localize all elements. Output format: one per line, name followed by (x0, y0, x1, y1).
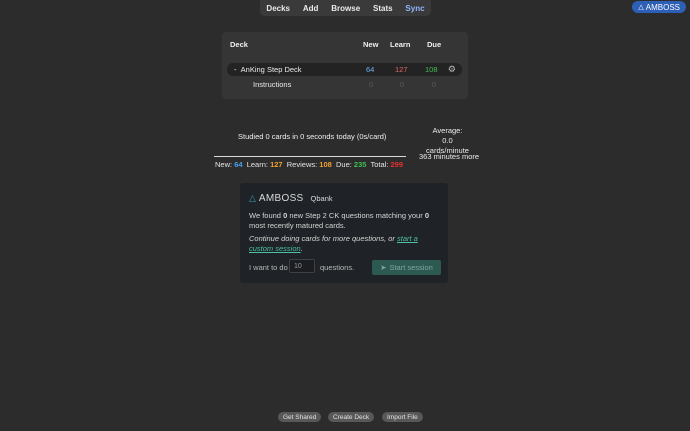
stats-divider (214, 156, 406, 157)
amboss-badge-label: AMBOSS (645, 2, 680, 12)
amboss-badge-button[interactable]: △ AMBOSS (632, 1, 686, 13)
get-shared-button[interactable]: Get Shared (278, 412, 322, 422)
new-column-header: New (363, 40, 379, 49)
question-count-input[interactable] (289, 259, 315, 273)
new-label: New: (215, 160, 233, 169)
amboss-brand: △ AMBOSS Qbank (249, 193, 333, 204)
reviews-label: Reviews: (286, 160, 318, 169)
deck-new-count: 64 (366, 65, 375, 74)
subdeck-new-count: 0 (369, 80, 374, 89)
qbank-match-message: We found 0 new Step 2 CK questions match… (249, 211, 444, 231)
want-label: I want to do (249, 263, 288, 272)
due-column-header: Due (427, 40, 442, 49)
continue-message: Continue doing cards for more questions,… (249, 234, 444, 254)
msg-part: We found (249, 211, 284, 220)
amboss-qbank-card: △ AMBOSS Qbank We found 0 new Step 2 CK … (240, 183, 448, 283)
grand-total: 299 (390, 160, 404, 169)
amboss-triangle-icon: △ (638, 4, 644, 11)
due-total: 235 (353, 160, 367, 169)
deck-name-label[interactable]: AnKing Step Deck (241, 65, 302, 74)
collapse-toggle[interactable]: - (234, 65, 237, 74)
deck-column-header: Deck (230, 40, 248, 49)
nav-decks[interactable]: Decks (266, 4, 290, 13)
continue-text: Continue doing cards for more questions,… (249, 234, 397, 243)
deck-row[interactable]: - AnKing Step Deck 64 127 108 ⚙ (227, 63, 462, 76)
create-deck-button[interactable]: Create Deck (328, 412, 375, 422)
questions-label: questions. (320, 263, 355, 272)
subdeck-learn-count: 0 (400, 80, 405, 89)
minutes-remaining: 363 minutes more (419, 152, 480, 161)
nav-browse[interactable]: Browse (331, 4, 360, 13)
start-session-button[interactable]: ➤ Start session (372, 260, 441, 275)
import-file-button[interactable]: Import File (382, 412, 423, 422)
total-label: Total: (370, 160, 389, 169)
gear-icon[interactable]: ⚙ (448, 64, 456, 75)
amboss-brand-name: AMBOSS (258, 193, 304, 204)
subdeck-name[interactable]: Instructions (253, 80, 291, 89)
continue-text-end: . (300, 244, 303, 253)
top-nav: Decks Add Browse Stats Sync (260, 0, 431, 16)
studied-today-text: Studied 0 cards in 0 seconds today (0s/c… (238, 132, 387, 141)
subdeck-due-count: 0 (432, 80, 437, 89)
deck-due-count: 108 (425, 65, 438, 74)
deck-list-panel: Deck New Learn Due - AnKing Step Deck 64… (222, 32, 468, 99)
learn-total: 127 (270, 160, 283, 169)
qbank-label: Qbank (310, 194, 333, 203)
deck-name[interactable]: - AnKing Step Deck (234, 65, 302, 74)
nav-sync[interactable]: Sync (405, 4, 424, 13)
average-label: Average: (432, 126, 463, 135)
learn-column-header: Learn (390, 40, 411, 49)
msg-part: new Step 2 CK questions matching your (287, 211, 425, 220)
due-label: Due: (335, 160, 352, 169)
nav-add[interactable]: Add (303, 4, 319, 13)
card-counts-summary: New: 64 Learn: 127 Reviews: 108 Due: 235… (215, 160, 403, 169)
start-session-label: Start session (389, 263, 433, 272)
learn-label: Learn: (246, 160, 268, 169)
reviews-total: 108 (319, 160, 332, 169)
nav-stats[interactable]: Stats (373, 4, 393, 13)
rocket-icon: ➤ (380, 263, 387, 272)
msg-part: most recently matured cards. (249, 221, 346, 230)
deck-learn-count: 127 (395, 65, 408, 74)
amboss-logo-icon: △ (249, 193, 256, 203)
matured-card-count: 0 (424, 211, 429, 220)
new-total: 64 (234, 160, 243, 169)
